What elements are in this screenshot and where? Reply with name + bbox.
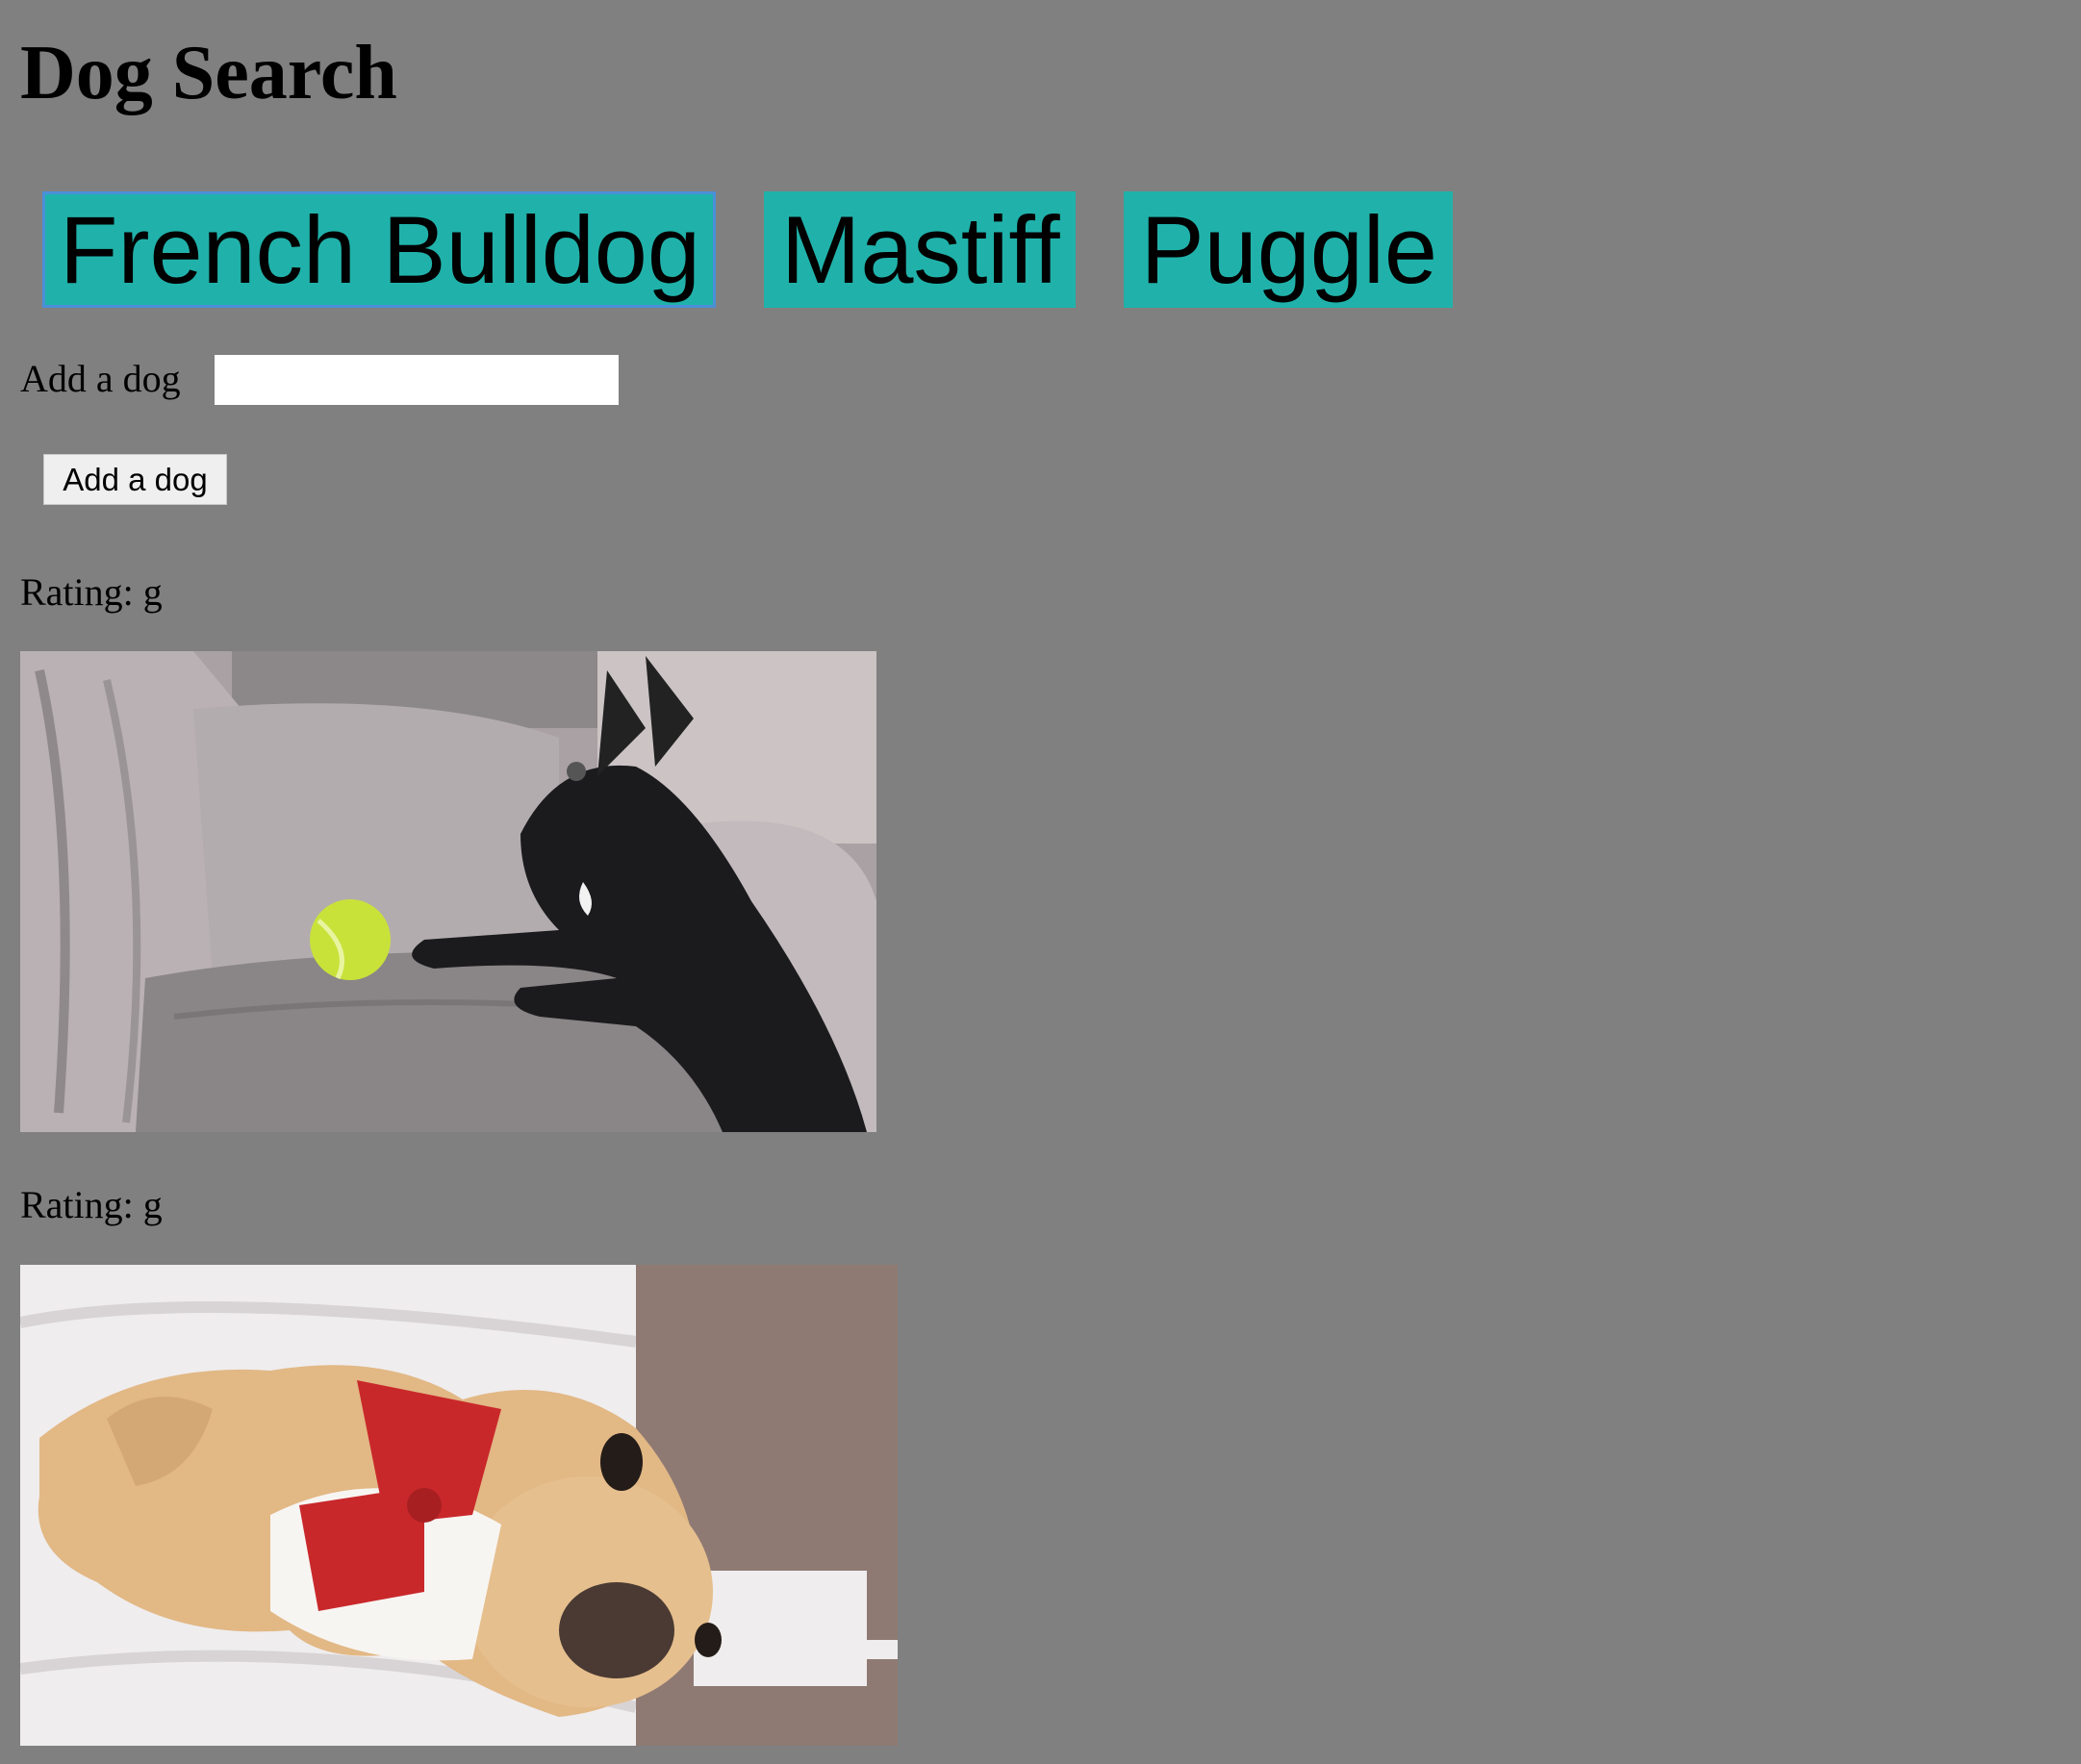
add-dog-button[interactable]: Add a dog — [43, 454, 227, 505]
page-title: Dog Search — [20, 31, 397, 115]
breed-button-french-bulldog[interactable]: French Bulldog — [42, 191, 716, 308]
add-dog-label: Add a dog — [20, 357, 181, 400]
breed-button-mastiff[interactable]: Mastiff — [763, 191, 1076, 308]
breed-button-puggle[interactable]: Puggle — [1123, 191, 1453, 308]
rating-label: Rating: g — [20, 1183, 163, 1226]
puppy-gif-image[interactable] — [20, 1265, 898, 1746]
rating-label: Rating: g — [20, 570, 163, 614]
dog-gif-image[interactable] — [20, 651, 876, 1132]
add-dog-input[interactable] — [215, 355, 619, 405]
breed-button-bar: French Bulldog Mastiff Puggle — [42, 191, 1453, 308]
